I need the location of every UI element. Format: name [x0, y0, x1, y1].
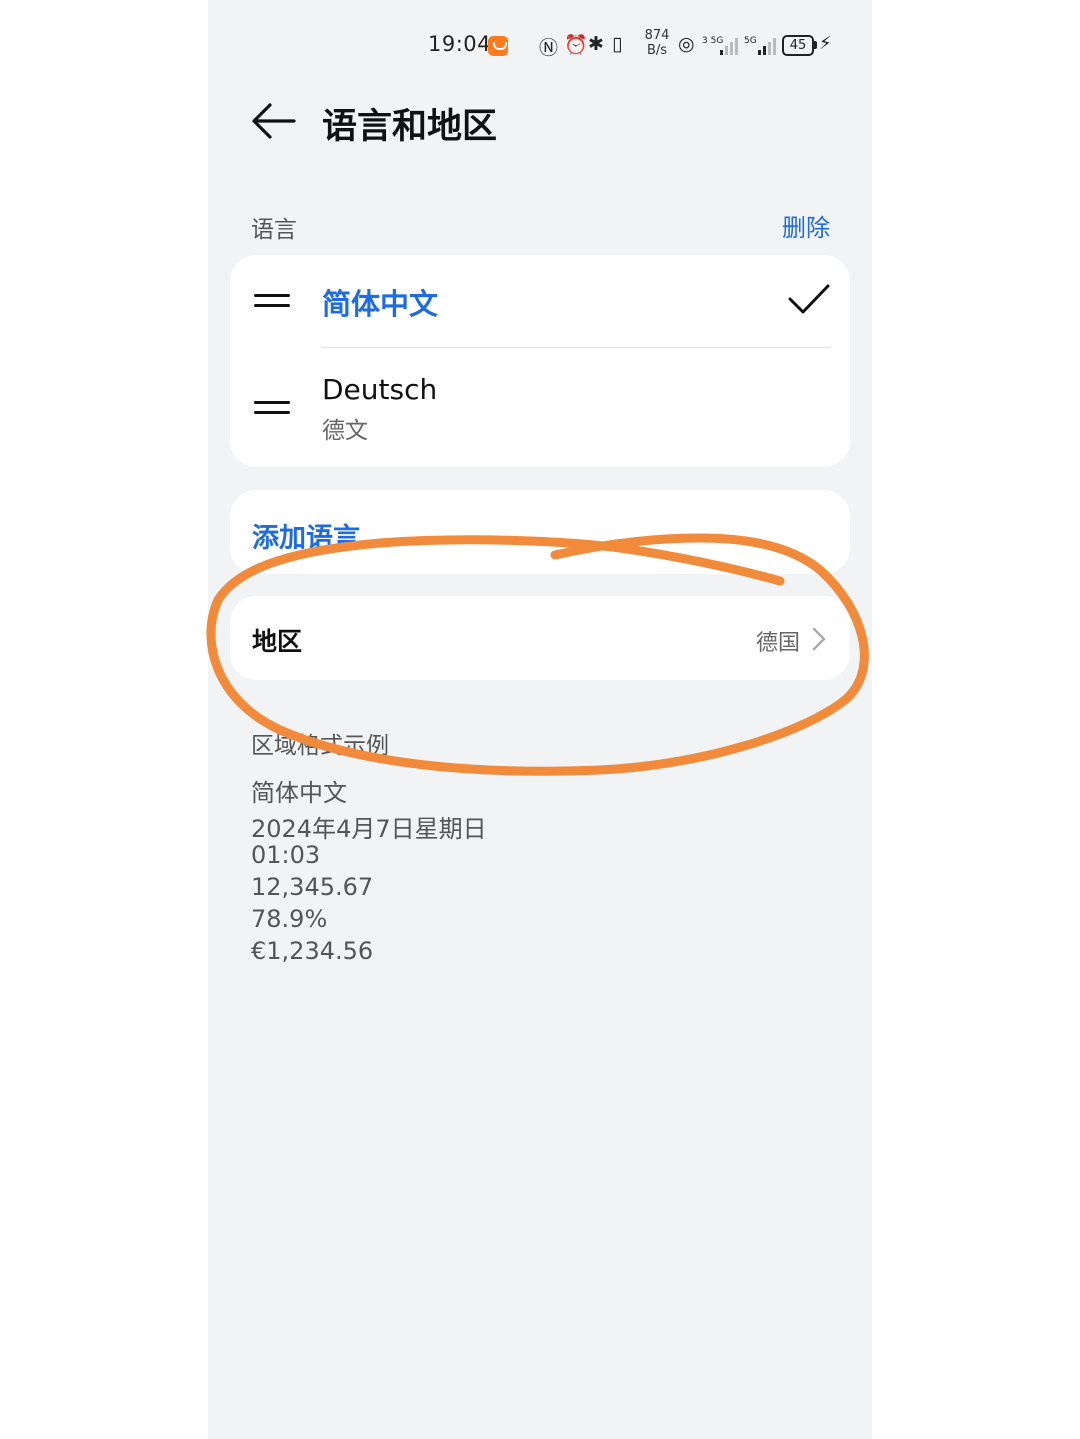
- network-speed: 874 B/s: [642, 28, 672, 58]
- language-item-simplified-chinese[interactable]: 简体中文: [230, 255, 850, 348]
- format-example-percent: 78.9%: [251, 905, 328, 933]
- language-item-deutsch[interactable]: Deutsch 德文: [230, 347, 850, 467]
- language-name: 简体中文: [322, 287, 439, 321]
- drag-handle-icon[interactable]: [254, 294, 290, 310]
- page-title: 语言和地区: [322, 107, 498, 147]
- format-examples-title: 区域格式示例: [251, 733, 389, 759]
- arrow-left-icon[interactable]: [250, 100, 296, 142]
- language-section-label: 语言: [251, 217, 297, 243]
- status-time: 19:04: [428, 32, 492, 56]
- svg-text:3 5G: 3 5G: [702, 36, 723, 46]
- vibrate-icon: ▯: [612, 33, 623, 55]
- checkmark-icon: [788, 284, 830, 314]
- phone-screen: 19:04 Ⓝ ⏰ ✱ ▯ 874 B/s ◎ 3 5G 5G 45 ⚡ 语言和…: [208, 0, 872, 1439]
- battery-icon: 45: [782, 35, 814, 56]
- network-speed-unit: B/s: [646, 43, 668, 58]
- svg-text:5G: 5G: [744, 36, 757, 46]
- format-example-date: 2024年4月7日星期日: [251, 815, 487, 843]
- language-subtitle: 德文: [322, 418, 368, 444]
- drag-handle-icon[interactable]: [254, 401, 290, 417]
- format-example-language: 简体中文: [251, 779, 347, 807]
- signal-5g-icon: 3 5G: [702, 36, 738, 55]
- network-speed-value: 874: [644, 28, 670, 43]
- notification-app-icon: [488, 36, 508, 56]
- signal-5g-icon-2: 5G: [744, 36, 776, 55]
- chevron-right-icon: [812, 627, 826, 651]
- delete-button[interactable]: 删除: [782, 208, 830, 243]
- charging-icon: ⚡: [819, 33, 832, 54]
- status-bar: 19:04 Ⓝ ⏰ ✱ ▯ 874 B/s ◎ 3 5G 5G 45 ⚡: [208, 0, 872, 90]
- bluetooth-icon: ✱: [588, 33, 604, 55]
- nfc-icon: Ⓝ: [539, 37, 559, 59]
- region-value: 德国: [755, 631, 800, 656]
- language-name: Deutsch: [322, 373, 438, 406]
- format-example-time: 01:03: [251, 841, 321, 869]
- format-example-currency: €1,234.56: [251, 937, 374, 965]
- add-language-label: 添加语言: [252, 523, 360, 554]
- hotspot-icon: ◎: [678, 33, 695, 55]
- alarm-icon: ⏰: [564, 34, 588, 56]
- region-label: 地区: [252, 627, 303, 656]
- battery-tip: [814, 41, 817, 49]
- add-language-button[interactable]: 添加语言: [230, 490, 850, 574]
- format-example-number: 12,345.67: [251, 873, 374, 901]
- region-setting-row[interactable]: 地区 德国: [230, 596, 850, 680]
- language-list-card: 简体中文 Deutsch 德文: [230, 255, 850, 467]
